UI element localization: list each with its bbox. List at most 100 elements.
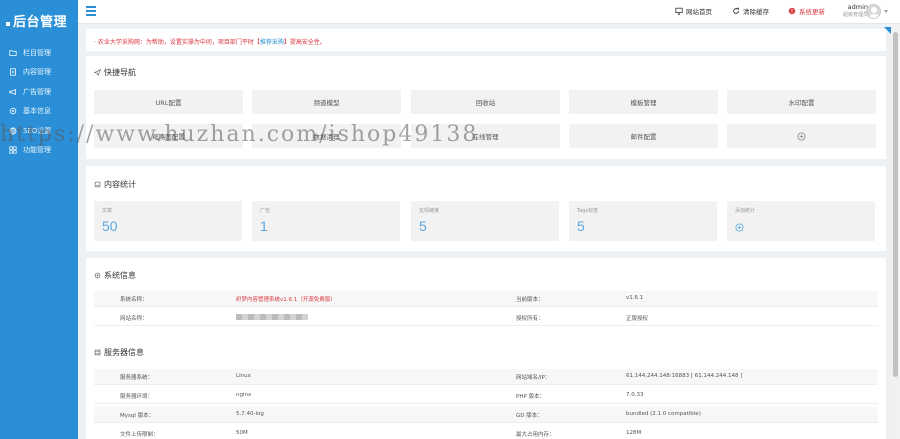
quick-btn-channel[interactable]: 频道模型: [252, 90, 401, 114]
sidebar-item-column[interactable]: 栏目管理: [0, 43, 78, 63]
folder-icon: [9, 49, 17, 57]
quick-nav-title-text: 快捷导航: [104, 68, 136, 77]
stat-card-links[interactable]: 友情链接 5: [411, 201, 559, 241]
info-key: 网站名称：: [120, 316, 148, 322]
stats-panel: 内容统计 文章 50 广告 1 友情链接 5 Tags标签 5 添加统计: [86, 166, 886, 251]
sidebar-item-label: 广告管理: [23, 87, 51, 96]
stat-label: 文章: [102, 208, 113, 214]
stat-label: 添加统计: [735, 208, 756, 214]
info-value: Linux: [236, 373, 251, 379]
quick-btn-recycle[interactable]: 回收站: [411, 90, 560, 114]
logo[interactable]: 后台管理: [0, 0, 78, 40]
server-icon: [94, 349, 101, 356]
sidebar-item-ads[interactable]: 广告管理: [0, 82, 78, 102]
refresh-icon: [733, 7, 739, 14]
admin-name: admin: [847, 3, 868, 11]
system-info-title: 系统信息: [94, 270, 136, 281]
menu-toggle-icon[interactable]: [86, 6, 96, 16]
info-value: nginx: [236, 392, 252, 398]
admin-user[interactable]: admin 超级管理员: [838, 3, 868, 19]
info-key: 当前版本：: [516, 297, 544, 303]
info-value: 128M: [626, 430, 642, 436]
avatar[interactable]: [866, 4, 881, 19]
stats-icon: [94, 181, 101, 188]
sidebar-item-label: 内容管理: [23, 68, 51, 77]
monitor-icon: [675, 7, 683, 15]
gear-icon: [94, 272, 101, 279]
scrollbar[interactable]: [891, 24, 900, 439]
stats-title-text: 内容统计: [104, 180, 136, 189]
sidebar: 后台管理 栏目管理 内容管理 广告管理 基本信息 SEO设置 功能管理: [0, 0, 78, 439]
info-key: 服务器环境：: [120, 394, 154, 400]
plus-circle-icon: [797, 131, 806, 141]
table-row: 系统名称： 织梦内容管理系统v1.6.1（开源免费版） 当前版本： v1.6.1: [94, 291, 878, 307]
quick-btn-template[interactable]: 模板管理: [569, 90, 718, 114]
topbar: 网站首页 清除缓存 系统更新 admin 超级管理员: [78, 0, 900, 24]
megaphone-icon: [9, 88, 17, 96]
table-row: 服务器系统： Linux 网站域名/IP： 61.144.244.148:168…: [94, 369, 878, 385]
stat-card-tags[interactable]: Tags标签 5: [569, 201, 717, 241]
info-value: bundled (2.1.0 compatible): [626, 411, 701, 417]
blurred-site-name: [236, 314, 308, 322]
system-update-button[interactable]: 系统更新: [788, 6, 825, 16]
info-value: 7.0.33: [626, 392, 644, 398]
info-key: PHP 版本：: [516, 394, 546, 400]
stat-value: 5: [419, 218, 427, 234]
clear-cache-label: 清除缓存: [743, 8, 769, 16]
notice-text-after: 】提高安全性。: [283, 39, 326, 46]
grid-icon: [9, 146, 17, 154]
quick-btn-url[interactable]: URL配置: [94, 90, 243, 114]
info-key: Mysql 版本：: [120, 413, 155, 419]
scrollbar-thumb[interactable]: [893, 32, 898, 377]
stat-card-articles[interactable]: 文章 50: [94, 201, 242, 241]
info-key: 最大占用内存：: [516, 432, 555, 438]
info-value: v1.6.1: [626, 295, 644, 301]
info-value: 61.144.244.148:16883 [ 61.144.244.148 ]: [626, 373, 743, 379]
stat-value: 5: [577, 218, 585, 234]
chevron-down-icon[interactable]: [884, 10, 888, 13]
gear-icon: [9, 107, 17, 115]
info-value: 正版授权: [626, 316, 649, 322]
info-key: 系统名称：: [120, 297, 148, 303]
alert-icon: [788, 7, 796, 15]
info-value: 50M: [236, 430, 248, 436]
site-home-link[interactable]: 网站首页: [675, 6, 712, 16]
table-row: Mysql 版本： 5.7.40-log GD 版本： bundled (2.1…: [94, 407, 878, 423]
admin-role: 超级管理员: [842, 12, 868, 18]
info-key: 授权所有：: [516, 316, 544, 322]
stat-card-ads[interactable]: 广告 1: [252, 201, 400, 241]
server-info-title: 服务器信息: [94, 347, 144, 358]
stat-value: 1: [260, 218, 268, 234]
table-row: 服务器环境： nginx PHP 版本： 7.0.33: [94, 388, 878, 404]
send-icon: [94, 69, 101, 76]
system-info-panel: 系统信息 系统名称： 织梦内容管理系统v1.6.1（开源免费版） 当前版本： v…: [86, 258, 886, 439]
sidebar-item-content[interactable]: 内容管理: [0, 63, 78, 83]
quick-btn-add[interactable]: [727, 124, 876, 148]
stat-label: 友情链接: [419, 208, 440, 214]
table-row: 网站名称： 授权所有： 正版授权: [94, 310, 878, 326]
stat-label: 广告: [260, 208, 271, 214]
plus-circle-icon: [735, 223, 744, 232]
notice-text-before: · 农业大学采购网：为帮助，设置实操为中间，项目部门平时【: [94, 39, 260, 46]
quick-btn-mail[interactable]: 邮件配置: [569, 124, 718, 148]
logo-text: 后台管理: [13, 14, 68, 30]
document-icon: [9, 68, 17, 76]
stat-label: Tags标签: [577, 208, 599, 214]
notice-panel: · 农业大学采购网：为帮助，设置实操为中间，项目部门平时【推荐采购】提高安全性。: [86, 27, 892, 51]
clear-cache-button[interactable]: 清除缓存: [732, 6, 769, 16]
info-key: GD 版本：: [516, 413, 543, 419]
watermark: https://www.huzhan.com/ishop49138: [0, 122, 479, 147]
stat-value: 50: [102, 218, 118, 234]
stat-card-add[interactable]: 添加统计: [727, 201, 875, 241]
logo-mark-icon: [6, 22, 10, 26]
server-info-title-text: 服务器信息: [104, 348, 144, 357]
notice-text: · 农业大学采购网：为帮助，设置实操为中间，项目部门平时【推荐采购】提高安全性。: [94, 37, 326, 46]
quick-nav-title: 快捷导航: [94, 67, 136, 78]
sidebar-item-label: 基本信息: [23, 107, 51, 116]
quick-btn-watermark[interactable]: 水印配置: [727, 90, 876, 114]
info-key: 服务器系统：: [120, 375, 154, 381]
info-key: 网站域名/IP：: [516, 375, 551, 381]
sidebar-item-basic-info[interactable]: 基本信息: [0, 102, 78, 122]
notice-link[interactable]: 推荐采购: [260, 39, 284, 46]
site-home-label: 网站首页: [686, 8, 712, 16]
